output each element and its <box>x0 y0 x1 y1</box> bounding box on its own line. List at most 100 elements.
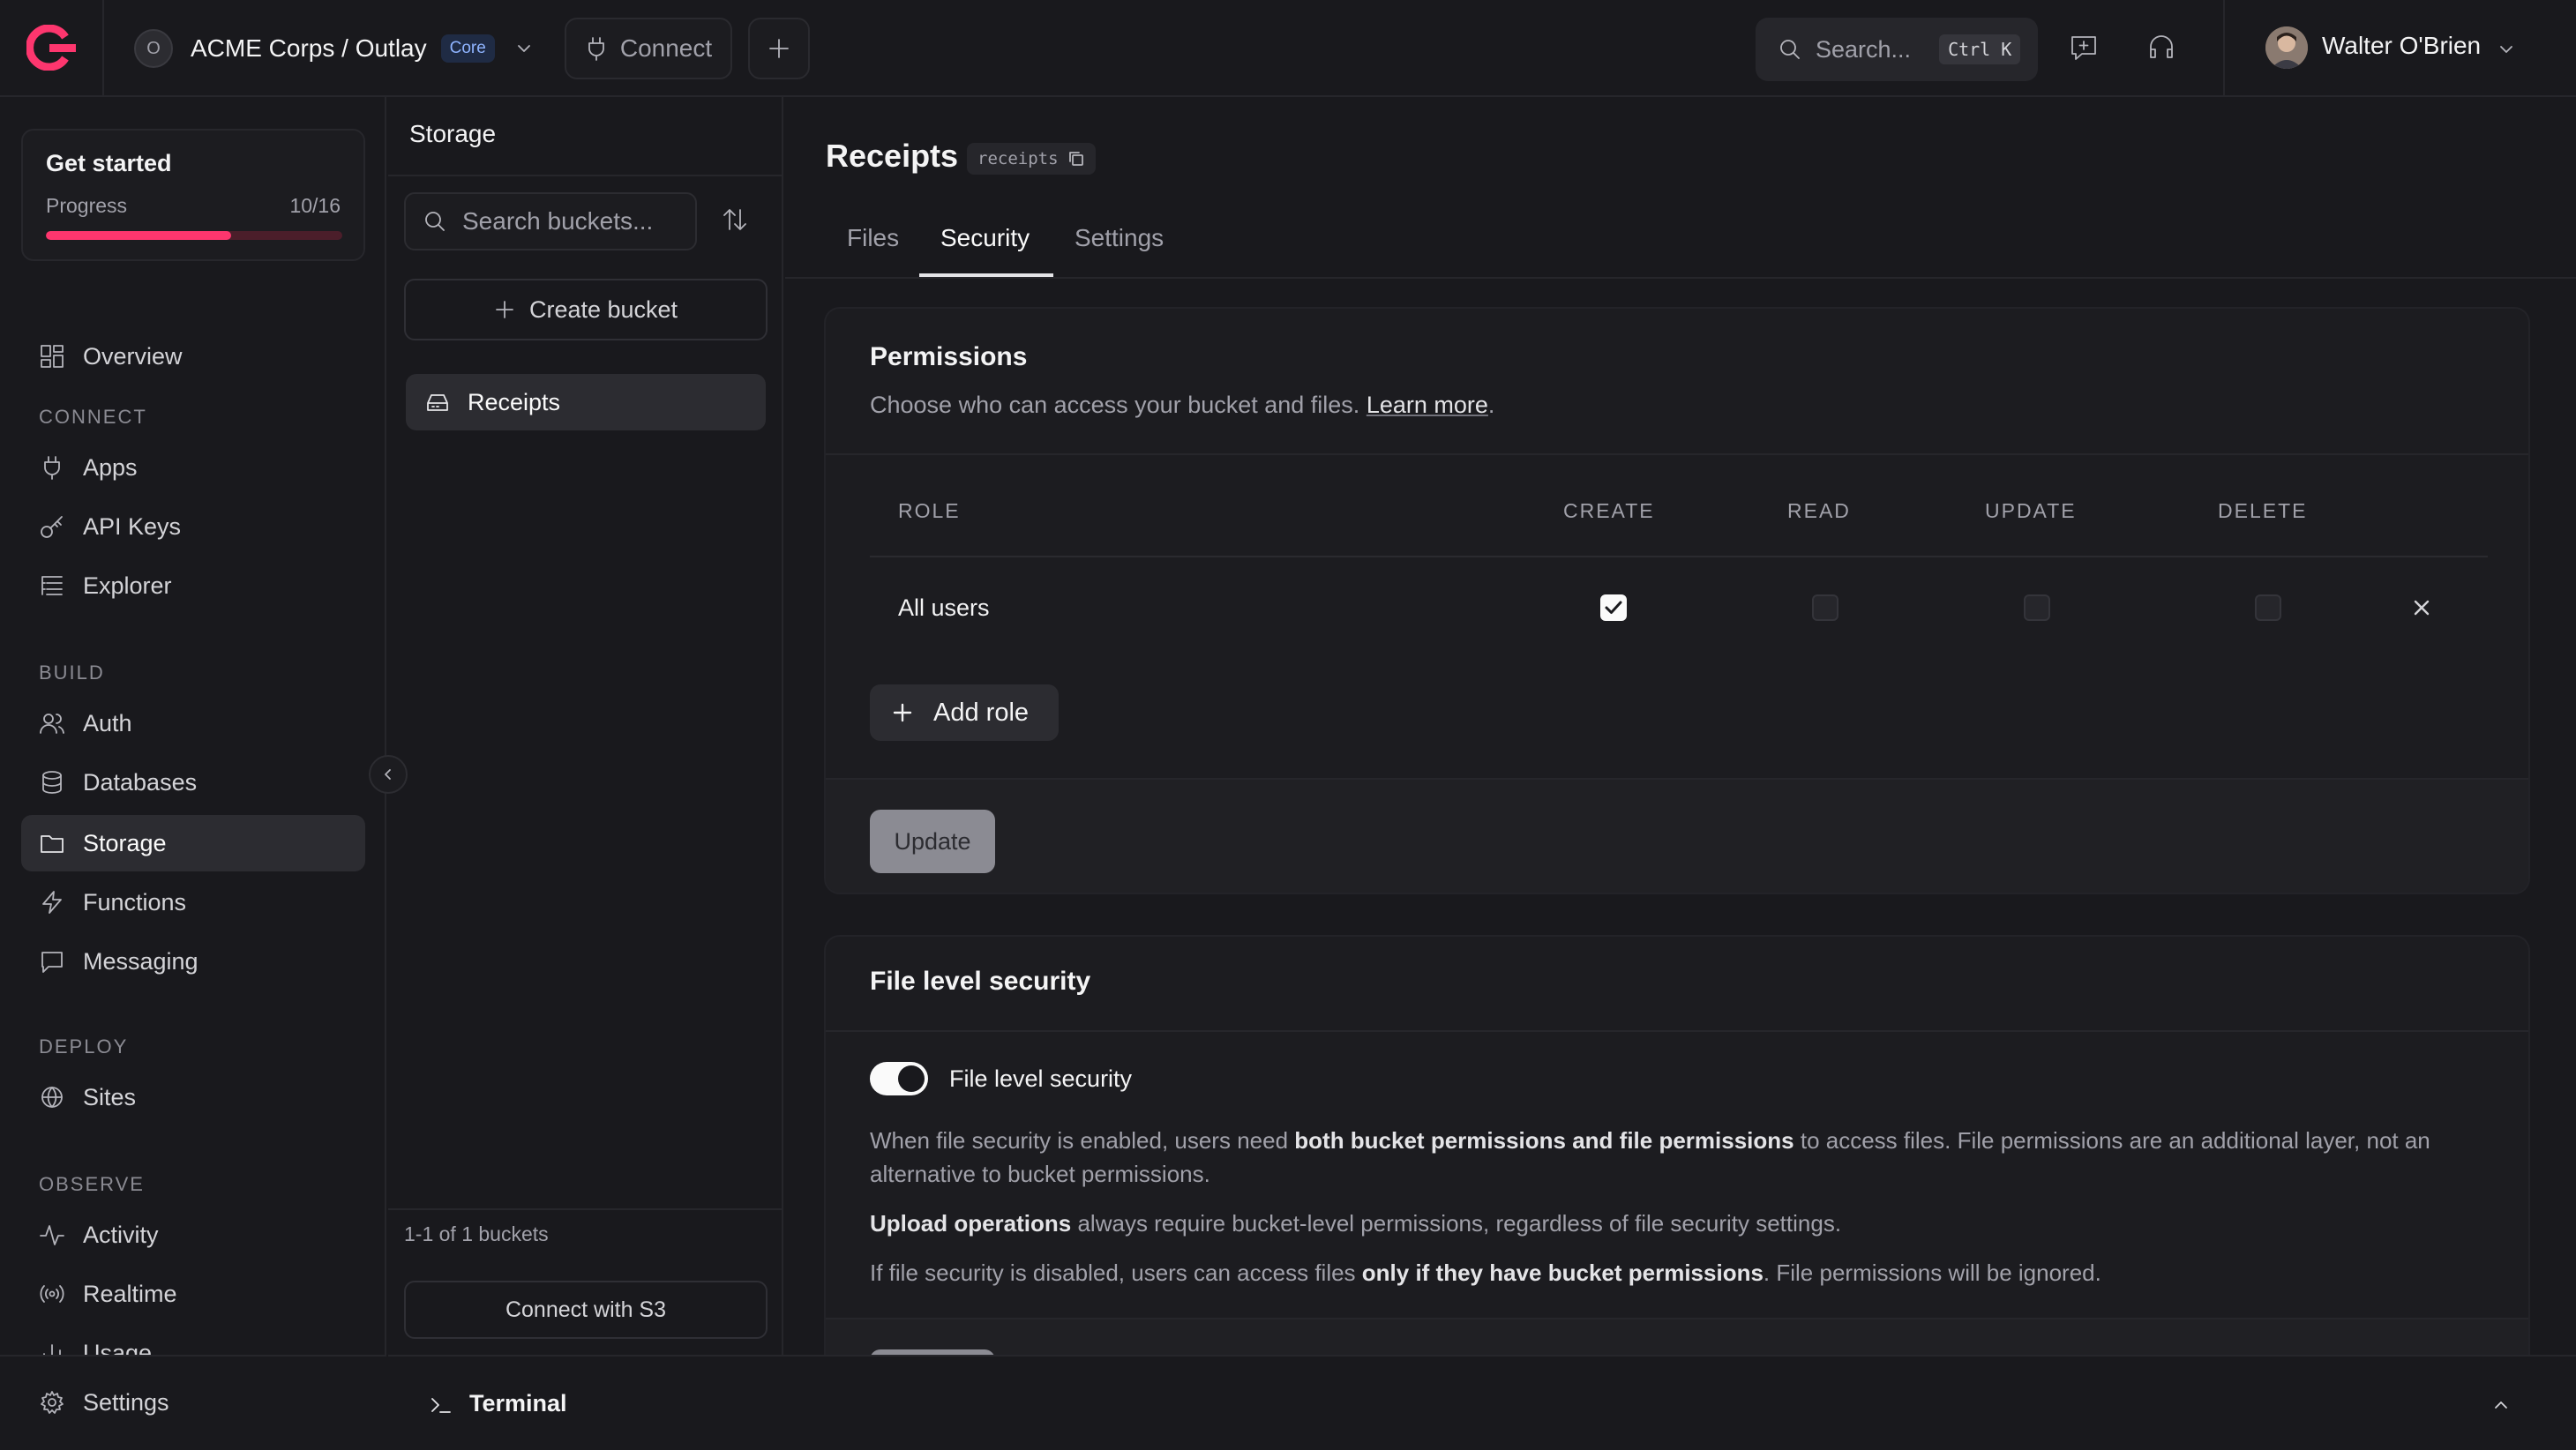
progress-bar <box>46 231 342 240</box>
bucket-list-item[interactable]: Receipts <box>406 374 766 430</box>
broadcast-icon <box>39 1281 65 1307</box>
section-connect: CONNECT <box>39 406 147 428</box>
divider <box>102 0 104 97</box>
sidebar-item-settings[interactable]: Settings <box>21 1374 365 1431</box>
sidebar-item-functions[interactable]: Functions <box>21 874 365 931</box>
sidebar-item-label: Messaging <box>83 947 198 975</box>
sidebar-item-realtime[interactable]: Realtime <box>21 1266 365 1322</box>
page-title: Receipts <box>826 138 959 174</box>
support-headset-icon[interactable] <box>2145 32 2177 64</box>
tab-files[interactable]: Files <box>847 224 899 252</box>
sidebar-item-explorer[interactable]: Explorer <box>21 557 365 614</box>
divider <box>388 1208 783 1210</box>
sidebar-item-label: Activity <box>83 1221 159 1248</box>
bucket-search-input[interactable]: Search buckets... <box>404 192 697 250</box>
sidebar-item-label: API Keys <box>83 512 182 540</box>
appwrite-logo-icon[interactable] <box>26 25 79 71</box>
progress-label: Progress <box>46 194 128 217</box>
chevron-left-icon <box>380 766 396 782</box>
toggle-knob <box>898 1065 925 1092</box>
sidebar-item-storage[interactable]: Storage <box>21 815 365 871</box>
create-bucket-button[interactable]: Create bucket <box>404 279 768 340</box>
sidebar-item-auth[interactable]: Auth <box>21 695 365 751</box>
sidebar-item-apps[interactable]: Apps <box>21 439 365 496</box>
connect-s3-button[interactable]: Connect with S3 <box>404 1281 768 1339</box>
column-header-update: UPDATE <box>1985 499 2077 522</box>
sidebar-item-label: Overview <box>83 342 183 370</box>
tab-settings[interactable]: Settings <box>1075 224 1164 252</box>
sidebar-item-label: Storage <box>83 829 167 856</box>
folder-icon <box>39 830 65 856</box>
plus-icon <box>494 299 515 320</box>
terminal-bar[interactable]: Terminal <box>388 1355 2576 1450</box>
bucket-panel: Storage Search buckets... Create bucket … <box>388 97 783 1355</box>
chevron-down-icon[interactable] <box>2497 40 2516 59</box>
org-project-name: ACME Corps / Outlay <box>191 34 427 62</box>
learn-more-link[interactable]: Learn more <box>1367 392 1488 418</box>
sidebar-item-overview[interactable]: Overview <box>21 328 365 385</box>
avatar[interactable] <box>2265 26 2308 69</box>
sidebar-item-label: Sites <box>83 1083 137 1110</box>
file-security-card: File level security File level security … <box>824 935 2530 1355</box>
active-tab-indicator <box>919 273 1053 277</box>
terminal-label: Terminal <box>469 1390 567 1416</box>
get-started-title: Get started <box>46 150 172 176</box>
plan-badge: Core <box>440 34 495 63</box>
list-tree-icon <box>39 572 65 599</box>
gear-icon <box>39 1389 65 1416</box>
create-bucket-label: Create bucket <box>528 295 678 323</box>
sidebar-item-messaging[interactable]: Messaging <box>21 933 365 990</box>
permissions-card: Permissions Choose who can access your b… <box>824 307 2530 894</box>
activity-icon <box>39 1222 65 1248</box>
divider <box>2223 0 2225 97</box>
copy-icon[interactable] <box>1067 150 1085 168</box>
chevron-up-icon[interactable] <box>2491 1395 2511 1415</box>
chevron-down-icon <box>514 39 534 58</box>
bucket-count: 1-1 of 1 buckets <box>404 1222 549 1245</box>
org-avatar: O <box>134 29 173 68</box>
add-button[interactable] <box>748 18 810 79</box>
sidebar-item-databases[interactable]: Databases <box>21 754 365 811</box>
bucket-id-badge[interactable]: receipts <box>967 143 1096 175</box>
collapse-sidebar-button[interactable] <box>369 755 408 794</box>
storage-drive-icon <box>425 390 450 415</box>
sidebar-item-api-keys[interactable]: API Keys <box>21 498 365 555</box>
disabled-security-note: If file security is disabled, users can … <box>870 1259 2101 1286</box>
global-search[interactable]: Search... Ctrl K <box>1756 18 2038 81</box>
sidebar-item-label: Functions <box>83 888 187 916</box>
sidebar-item-activity[interactable]: Activity <box>21 1207 365 1263</box>
read-checkbox[interactable] <box>1812 594 1838 621</box>
users-icon <box>39 710 65 736</box>
user-name[interactable]: Walter O'Brien <box>2322 32 2481 60</box>
add-role-label: Add role <box>933 698 1030 727</box>
search-placeholder: Search... <box>1816 35 1912 63</box>
add-role-button[interactable]: Add role <box>870 684 1059 741</box>
main-content: Receipts receipts Files Security Setting… <box>785 97 2576 1355</box>
column-header-role: ROLE <box>898 499 961 522</box>
get-started-card[interactable]: Get started Progress 10/16 <box>21 129 365 261</box>
feedback-icon[interactable] <box>2068 32 2100 64</box>
bucket-name: Receipts <box>468 388 561 415</box>
key-icon <box>39 513 65 540</box>
section-observe: OBSERVE <box>39 1173 145 1195</box>
column-header-delete: DELETE <box>2218 499 2308 522</box>
delete-checkbox[interactable] <box>2255 594 2281 621</box>
role-name: All users <box>898 594 990 621</box>
connect-button[interactable]: Connect <box>565 18 732 79</box>
update-checkbox[interactable] <box>2024 594 2050 621</box>
sidebar: Get started Progress 10/16 Overview CONN… <box>0 97 386 1450</box>
sidebar-item-label: Databases <box>83 768 198 796</box>
file-security-toggle[interactable] <box>870 1062 928 1095</box>
terminal-icon <box>429 1394 453 1416</box>
close-icon[interactable] <box>2410 596 2433 619</box>
file-security-toggle-label: File level security <box>949 1065 1133 1092</box>
org-project-switcher[interactable]: O ACME Corps / Outlay Core <box>134 28 534 69</box>
sort-icon[interactable] <box>720 205 750 235</box>
plus-icon <box>891 701 914 724</box>
sidebar-item-sites[interactable]: Sites <box>21 1069 365 1125</box>
sidebar-item-label: Auth <box>83 709 132 736</box>
update-button[interactable]: Update <box>870 810 995 873</box>
column-header-create: CREATE <box>1563 499 1655 522</box>
create-checkbox[interactable] <box>1600 594 1627 621</box>
tab-security[interactable]: Security <box>940 224 1030 252</box>
